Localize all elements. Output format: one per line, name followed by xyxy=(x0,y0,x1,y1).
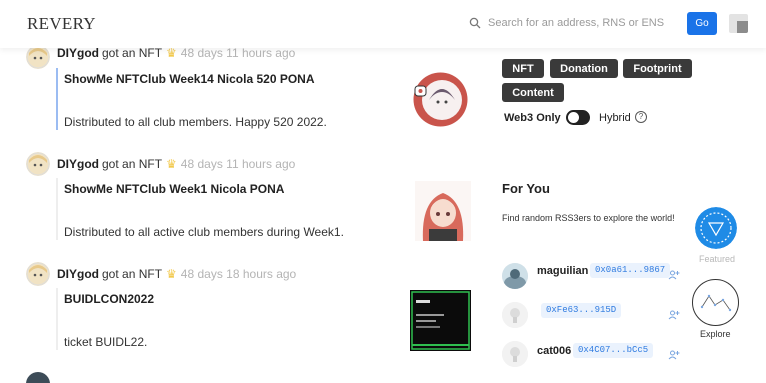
address-badge[interactable]: 0x4C07...bCc5 xyxy=(573,343,654,358)
feed-time: 48 days 11 hours ago xyxy=(180,157,296,171)
featured-label: Featured xyxy=(699,254,736,264)
filter-tag-nft[interactable]: NFT xyxy=(502,59,544,78)
user-avatar[interactable] xyxy=(26,262,50,286)
recommendation-avatar[interactable] xyxy=(502,263,528,289)
feed-description: ticket BUIDL22. xyxy=(64,335,148,349)
nft-icon: ♛ xyxy=(166,46,177,60)
address-badge[interactable]: 0x0a61...9867 xyxy=(590,263,671,278)
feed-title: BUIDLCON2022 xyxy=(64,292,155,306)
app-logo[interactable]: REVERY xyxy=(27,14,96,34)
nft-thumbnail[interactable] xyxy=(410,290,471,351)
feed-header: DIYgod got an NFT ♛ 48 days 11 hours ago xyxy=(57,46,295,60)
feed-description: Distributed to all club members. Happy 5… xyxy=(64,115,327,129)
feed-action: got an NFT xyxy=(102,267,163,281)
recommendation-avatar[interactable] xyxy=(502,302,528,328)
explore-label: Explore xyxy=(700,329,731,339)
filter-tag-donation[interactable]: Donation xyxy=(550,59,618,78)
feed-action: got an NFT xyxy=(102,46,163,60)
featured-badge[interactable] xyxy=(695,207,737,249)
recommendation-name[interactable]: cat006 xyxy=(537,345,571,357)
hybrid-label: Hybrid xyxy=(599,112,631,124)
nft-icon: ♛ xyxy=(166,267,177,281)
follow-icon[interactable] xyxy=(668,349,680,361)
top-header: REVERY Go xyxy=(0,0,766,48)
feed-header: DIYgod got an NFT ♛ 48 days 11 hours ago xyxy=(57,157,295,171)
web3-only-label: Web3 Only xyxy=(504,112,561,124)
user-avatar[interactable] xyxy=(26,152,50,176)
for-you-title: For You xyxy=(502,181,550,196)
feed-username[interactable]: DIYgod xyxy=(57,46,99,60)
nft-thumbnail[interactable] xyxy=(413,72,468,127)
search-icon xyxy=(469,17,481,29)
help-icon[interactable]: ? xyxy=(635,111,647,123)
follow-icon[interactable] xyxy=(668,309,680,321)
feed-title: ShowMe NFTClub Week1 Nicola PONA xyxy=(64,182,285,196)
filter-tag-footprint[interactable]: Footprint xyxy=(623,59,692,78)
nft-icon: ♛ xyxy=(166,157,177,171)
feed-title: ShowMe NFTClub Week14 Nicola 520 PONA xyxy=(64,72,315,86)
feed-action: got an NFT xyxy=(102,157,163,171)
web3-hybrid-toggle[interactable] xyxy=(566,110,590,125)
feed-username[interactable]: DIYgod xyxy=(57,267,99,281)
explore-badge[interactable] xyxy=(692,279,739,326)
filter-tag-content[interactable]: Content xyxy=(502,83,564,102)
user-avatar[interactable] xyxy=(26,372,50,383)
for-you-subtitle: Find random RSS3ers to explore the world… xyxy=(502,213,675,223)
follow-icon[interactable] xyxy=(668,269,680,281)
go-button[interactable]: Go xyxy=(687,12,717,35)
feed-header: DIYgod got an NFT ♛ 48 days 18 hours ago xyxy=(57,267,296,281)
recommendation-name[interactable]: maguilian xyxy=(537,265,588,277)
feed-divider xyxy=(56,68,58,130)
feed-divider xyxy=(56,288,58,350)
user-avatar[interactable] xyxy=(26,45,50,69)
feed-time: 48 days 18 hours ago xyxy=(180,267,297,281)
recommendation-avatar[interactable] xyxy=(502,341,528,367)
feed-username[interactable]: DIYgod xyxy=(57,157,99,171)
feed-description: Distributed to all active club members d… xyxy=(64,225,344,239)
feed-time: 48 days 11 hours ago xyxy=(180,46,296,60)
user-avatar[interactable] xyxy=(729,14,748,33)
nft-thumbnail[interactable] xyxy=(415,181,471,241)
search-input[interactable] xyxy=(488,12,678,34)
feed-divider xyxy=(56,178,58,240)
address-badge[interactable]: 0xFe63...915D xyxy=(541,303,622,318)
